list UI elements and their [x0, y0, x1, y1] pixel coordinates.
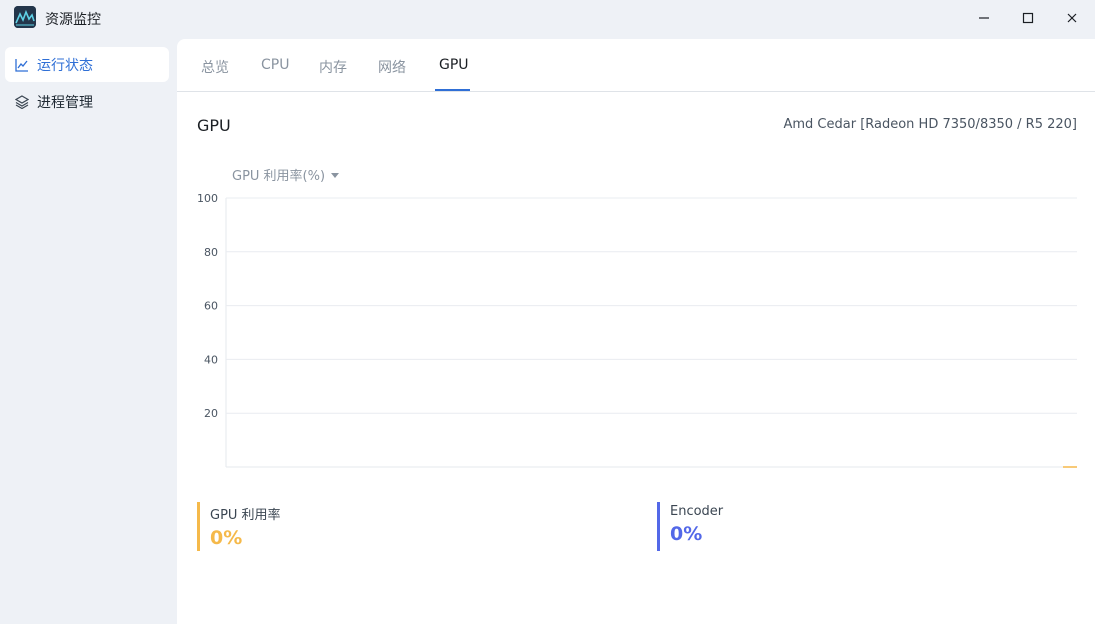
gpu-usage-chart: 20 40 60 80 100	[177, 39, 1095, 503]
layers-icon	[15, 94, 29, 109]
app-title: 资源监控	[45, 12, 101, 28]
y-tick-label: 40	[204, 353, 218, 366]
stat-color-bar	[197, 502, 200, 551]
maximize-icon	[1022, 12, 1034, 24]
stat-gpu-usage: GPU 利用率 0%	[197, 502, 281, 551]
close-button[interactable]	[1049, 0, 1095, 36]
stat-encoder: Encoder 0%	[657, 502, 723, 551]
minimize-icon	[979, 17, 989, 19]
y-tick-label: 20	[204, 407, 218, 420]
title-bar: 资源监控	[0, 0, 1095, 36]
sidebar-item-label: 进程管理	[37, 94, 93, 111]
y-tick-label: 60	[204, 300, 218, 313]
sidebar-item-status[interactable]: 运行状态	[5, 47, 169, 82]
y-tick-label: 100	[197, 192, 218, 205]
stat-color-bar	[657, 502, 660, 551]
sidebar: 运行状态 进程管理	[0, 36, 177, 624]
stat-value: 0%	[670, 523, 703, 545]
sidebar-item-processes[interactable]: 进程管理	[5, 84, 169, 119]
line-chart-icon	[15, 58, 29, 72]
stat-label: Encoder	[670, 504, 724, 519]
stat-value: 0%	[210, 527, 243, 549]
minimize-button[interactable]	[961, 0, 1007, 36]
app-logo-icon	[14, 6, 36, 28]
chart-svg: 20 40 60 80 100	[197, 192, 1077, 468]
stat-label: GPU 利用率	[210, 508, 281, 523]
sidebar-item-label: 运行状态	[37, 57, 93, 74]
maximize-button[interactable]	[1005, 0, 1051, 36]
main-panel: 总览 CPU 内存 网络 GPU GPU Amd Cedar [Radeon H…	[177, 39, 1095, 624]
y-tick-label: 80	[204, 246, 218, 259]
close-icon	[1067, 13, 1077, 23]
